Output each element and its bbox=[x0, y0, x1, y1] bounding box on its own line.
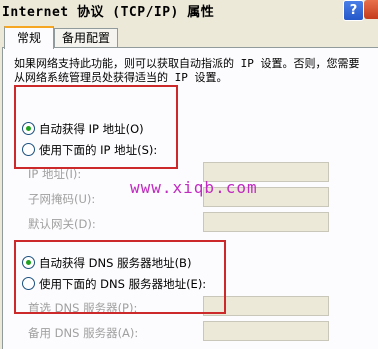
highlight-ip-box bbox=[14, 85, 178, 169]
description-text: 如果网络支持此功能，则可以获取自动指派的 IP 设置。否则，您需要从网络系统管理… bbox=[14, 57, 360, 84]
tab-general[interactable]: 常规 bbox=[4, 26, 54, 49]
window-title: Internet 协议 (TCP/IP) 属性 bbox=[2, 5, 215, 20]
highlight-dns-box bbox=[14, 240, 226, 314]
alternate-dns-label: 备用 DNS 服务器(A): bbox=[28, 326, 139, 340]
tab-alternate-config[interactable]: 备用配置 bbox=[54, 28, 118, 47]
help-button[interactable]: ? bbox=[343, 0, 364, 21]
subnet-mask-label: 子网掩码(U): bbox=[28, 192, 96, 206]
close-button[interactable] bbox=[364, 0, 378, 19]
title-bar: Internet 协议 (TCP/IP) 属性 ? bbox=[0, 0, 378, 21]
alternate-dns-field[interactable] bbox=[203, 321, 329, 341]
watermark-text: www.xiqb.com bbox=[130, 178, 258, 197]
default-gateway-field[interactable] bbox=[203, 212, 329, 232]
default-gateway-label: 默认网关(D): bbox=[28, 217, 96, 231]
